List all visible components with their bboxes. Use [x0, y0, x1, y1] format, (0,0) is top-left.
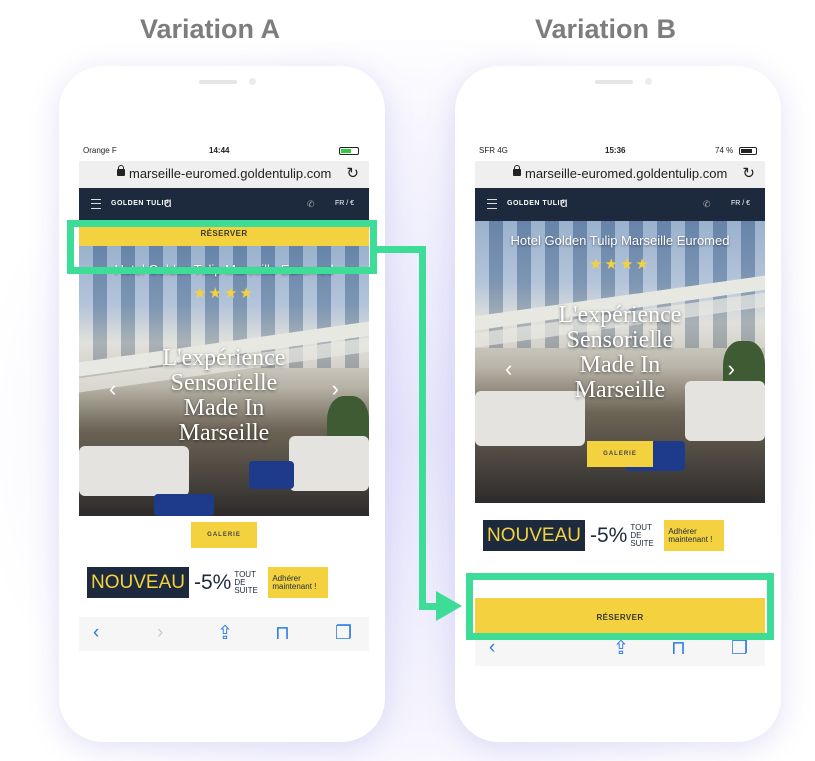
browser-toolbar: ‹ › ⇪ ⊓ ❐: [79, 617, 369, 651]
language-currency[interactable]: FR / €: [731, 200, 750, 207]
pouf: [249, 461, 294, 489]
promo-adherer[interactable]: Adhérer maintenant !: [664, 520, 725, 551]
promo-banner[interactable]: NOUVEAU -5% TOUT DE SUITE Adhérer mainte…: [87, 567, 329, 598]
promo-discount: -5%: [584, 520, 630, 551]
brand-logo[interactable]: GOLDEN TULIP: [111, 200, 169, 207]
url-bar[interactable]: marseille-euromed.goldentulip.com ↻: [475, 161, 765, 188]
carrier: SFR 4G: [479, 146, 508, 155]
tulip-logo-icon: ɑ: [164, 194, 172, 210]
variation-a-title: Variation A: [140, 14, 281, 44]
hero-image: Hotel Golden Tulip Marseille Euromed ★★★…: [475, 221, 765, 503]
connector-line: [419, 246, 426, 610]
site-nav: GOLDEN TULIP ɑ ✆ FR / €: [79, 188, 369, 221]
galerie-button[interactable]: GALERIE: [587, 441, 653, 467]
camera: [249, 78, 256, 85]
promo-discount: -5%: [188, 567, 234, 598]
reload-icon[interactable]: ↻: [346, 164, 359, 182]
hamburger-icon[interactable]: [91, 199, 101, 209]
brand-logo[interactable]: GOLDEN TULIP: [507, 200, 565, 207]
carousel-prev-icon[interactable]: ‹: [505, 356, 512, 382]
speaker: [595, 80, 633, 84]
share-icon[interactable]: ⇪: [217, 622, 233, 645]
back-icon[interactable]: ‹: [489, 637, 495, 659]
url-text: marseille-euromed.goldentulip.com: [525, 166, 728, 181]
promo-tout-de-suite: TOUT DE SUITE: [233, 567, 269, 598]
promo-nouveau: NOUVEAU: [87, 567, 189, 598]
tabs-icon[interactable]: ❐: [335, 622, 352, 645]
battery-icon: [339, 147, 359, 155]
variation-b-title: Variation B: [535, 14, 677, 44]
speaker: [199, 80, 237, 84]
url-text: marseille-euromed.goldentulip.com: [129, 166, 332, 181]
language-currency[interactable]: FR / €: [335, 200, 354, 207]
clock: 15:36: [605, 146, 626, 155]
camera: [645, 78, 652, 85]
phone-icon[interactable]: ✆: [703, 199, 711, 210]
battery-percent: 74 %: [715, 146, 734, 155]
site-nav: GOLDEN TULIP ɑ ✆ FR / €: [475, 188, 765, 221]
clock: 14:44: [209, 146, 230, 155]
pouf: [154, 494, 214, 516]
phone-variation-b: SFR 4G 15:36 74 % marseille-euromed.gold…: [455, 66, 781, 742]
promo-nouveau: NOUVEAU: [483, 520, 585, 551]
promo-banner[interactable]: NOUVEAU -5% TOUT DE SUITE Adhérer mainte…: [483, 520, 725, 551]
lock-icon: [117, 165, 125, 176]
galerie-button[interactable]: GALERIE: [191, 522, 257, 548]
carousel-next-icon[interactable]: ›: [728, 356, 735, 382]
star-rating: ★★★★: [193, 285, 255, 302]
promo-tout-de-suite: TOUT DE SUITE: [629, 520, 665, 551]
phone-variation-a: Orange F 14:44 marseille-euromed.goldent…: [59, 66, 385, 742]
promo-adherer[interactable]: Adhérer maintenant !: [268, 567, 329, 598]
tagline: L'expérience Sensorielle Made In Marseil…: [162, 345, 286, 446]
lock-icon: [513, 165, 521, 176]
hotel-name: Hotel Golden Tulip Marseille Euromed: [510, 233, 730, 248]
connector-arrow-icon: [436, 591, 462, 621]
star-rating: ★★★★: [589, 256, 651, 273]
highlight-reserve-a: [67, 220, 377, 274]
carousel-next-icon[interactable]: ›: [332, 376, 339, 402]
reload-icon[interactable]: ↻: [742, 164, 755, 182]
tabs-icon[interactable]: ❐: [731, 637, 748, 660]
bookmarks-icon[interactable]: ⊓: [275, 622, 290, 645]
bookmarks-icon[interactable]: ⊓: [671, 637, 686, 660]
highlight-reserve-b: [466, 573, 774, 640]
sofa: [79, 446, 189, 496]
carrier: Orange F: [83, 146, 117, 155]
hamburger-icon[interactable]: [487, 199, 497, 209]
status-bar: Orange F 14:44: [79, 142, 369, 161]
forward-icon[interactable]: ›: [157, 622, 163, 644]
hero-image: Hotel Golden Tulip Marseille Euromed ★★★…: [79, 246, 369, 516]
share-icon[interactable]: ⇪: [613, 637, 629, 660]
phone-icon[interactable]: ✆: [307, 199, 315, 210]
status-bar: SFR 4G 15:36 74 %: [475, 142, 765, 161]
tulip-logo-icon: ɑ: [560, 194, 568, 210]
url-bar[interactable]: marseille-euromed.goldentulip.com ↻: [79, 161, 369, 188]
battery-icon: [739, 147, 757, 155]
tagline: L'expérience Sensorielle Made In Marseil…: [558, 302, 682, 403]
carousel-prev-icon[interactable]: ‹: [109, 376, 116, 402]
back-icon[interactable]: ‹: [93, 622, 99, 644]
